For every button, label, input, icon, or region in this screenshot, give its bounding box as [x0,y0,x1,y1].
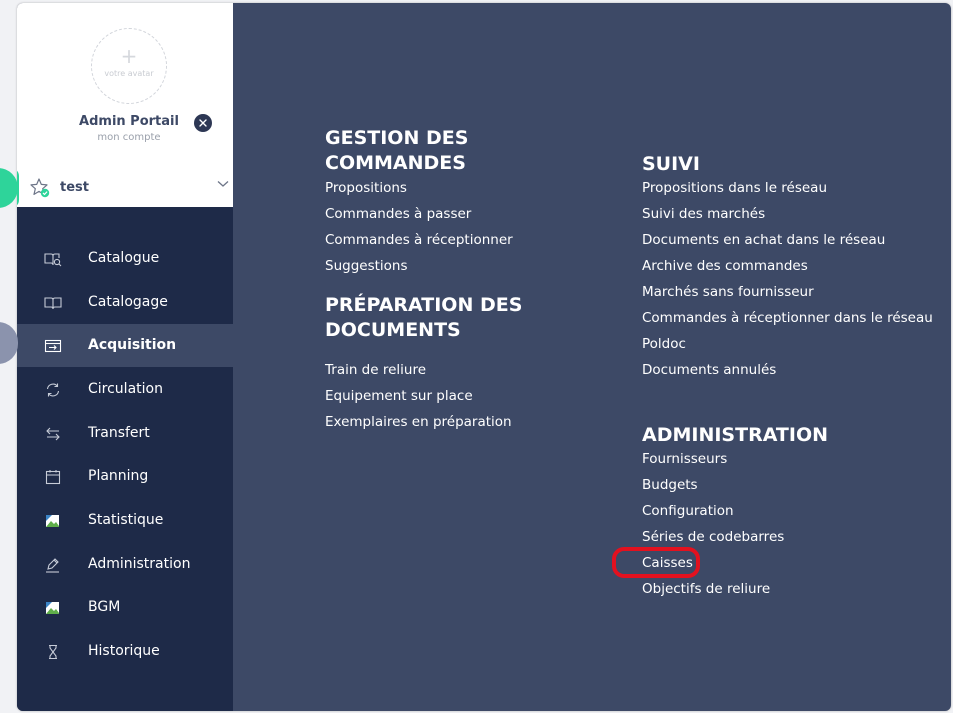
menu-link-commandes-a-passer[interactable]: Commandes à passer [325,206,471,222]
menu-link-commandes-a-receptionner[interactable]: Commandes à réceptionner [325,232,513,248]
menu-link-suivi-marches[interactable]: Suivi des marchés [642,206,765,222]
plus-icon: + [120,44,138,68]
book-search-icon [44,253,62,267]
nav-active-marker [0,322,18,364]
menu-link-commandes-reseau[interactable]: Commandes à réceptionner dans le réseau [642,310,933,326]
section-title-line: DOCUMENTS [325,319,461,341]
nav-item-label: Planning [88,468,149,484]
avatar-placeholder-text: votre avatar [104,69,154,78]
star-icon [30,178,50,198]
menu-link-archive-commandes[interactable]: Archive des commandes [642,258,808,274]
context-label: test [60,180,89,195]
nav-item-label: Circulation [88,381,163,397]
acquisition-menu: GESTION DES COMMANDES Propositions Comma… [233,3,951,711]
section-title-suivi: SUIVI [642,153,700,175]
section-title-line: COMMANDES [325,152,466,174]
avatar-upload[interactable]: + votre avatar [91,28,167,104]
nav-item-acquisition[interactable]: Acquisition [17,324,233,367]
open-book-icon [44,297,62,310]
swap-arrows-icon [46,427,60,441]
nav-item-label: Historique [88,643,160,659]
nav-item-label: Administration [88,556,191,572]
section-title-administration: ADMINISTRATION [642,424,829,446]
chevron-down-icon [217,181,229,187]
menu-link-objectifs-de-reliure[interactable]: Objectifs de reliure [642,581,770,597]
menu-link-configuration[interactable]: Configuration [642,503,734,519]
nav-item-catalogue[interactable]: Catalogue [17,237,233,280]
nav-item-historique[interactable]: Historique [17,630,233,673]
nav-item-label: Catalogue [88,250,160,266]
section-title-line: PRÉPARATION DES [325,294,523,316]
context-selector[interactable]: test [17,173,233,203]
section-title-line: GESTION DES [325,127,469,149]
menu-link-train-de-reliure[interactable]: Train de reliure [325,362,426,378]
context-active-marker [0,168,18,208]
nav-item-bgm[interactable]: BGM [17,586,233,629]
nav-item-label: BGM [88,599,121,615]
menu-link-documents-en-achat[interactable]: Documents en achat dans le réseau [642,232,885,248]
nav-item-statistique[interactable]: Statistique [17,499,233,542]
section-title-gestion-commandes: GESTION DES COMMANDES [325,126,468,176]
caisses-highlight-annotation [612,547,700,578]
menu-link-poldoc[interactable]: Poldoc [642,336,686,352]
menu-link-propositions[interactable]: Propositions [325,180,407,196]
nav-item-circulation[interactable]: Circulation [17,368,233,411]
nav-item-catalogage[interactable]: Catalogage [17,281,233,324]
nav-item-label: Statistique [88,512,164,528]
nav-item-label: Acquisition [88,337,177,353]
menu-link-documents-annules[interactable]: Documents annulés [642,362,776,378]
menu-link-exemplaires-en-preparation[interactable]: Exemplaires en préparation [325,414,512,430]
main-navigation: Catalogue Catalogage Acquisition Circula… [17,207,233,711]
close-icon[interactable] [194,114,212,132]
inbox-arrow-icon [44,339,62,353]
menu-link-suggestions[interactable]: Suggestions [325,258,408,274]
broken-image-icon [46,515,59,527]
hourglass-icon [49,644,57,660]
nav-item-administration[interactable]: Administration [17,543,233,586]
nav-item-transfert[interactable]: Transfert [17,412,233,455]
nav-item-label: Transfert [88,425,150,441]
menu-link-propositions-reseau[interactable]: Propositions dans le réseau [642,180,827,196]
menu-link-budgets[interactable]: Budgets [642,477,698,493]
nav-item-planning[interactable]: Planning [17,455,233,498]
menu-link-marches-sans-fournisseur[interactable]: Marchés sans fournisseur [642,284,814,300]
calendar-icon [45,470,61,485]
nav-item-label: Catalogage [88,294,168,310]
menu-link-fournisseurs[interactable]: Fournisseurs [642,451,727,467]
section-title-preparation-documents: PRÉPARATION DES DOCUMENTS [325,293,522,343]
menu-link-equipement-sur-place[interactable]: Equipement sur place [325,388,473,404]
broken-image-icon [46,602,59,614]
refresh-icon [46,383,60,397]
my-account-link[interactable]: mon compte [17,132,241,143]
app-window: + votre avatar Admin Portail mon compte … [17,3,951,711]
profile-panel: + votre avatar Admin Portail mon compte … [17,3,233,208]
menu-link-series-codebarres[interactable]: Séries de codebarres [642,529,784,545]
pen-icon [46,558,59,573]
sidebar: + votre avatar Admin Portail mon compte … [17,3,233,711]
